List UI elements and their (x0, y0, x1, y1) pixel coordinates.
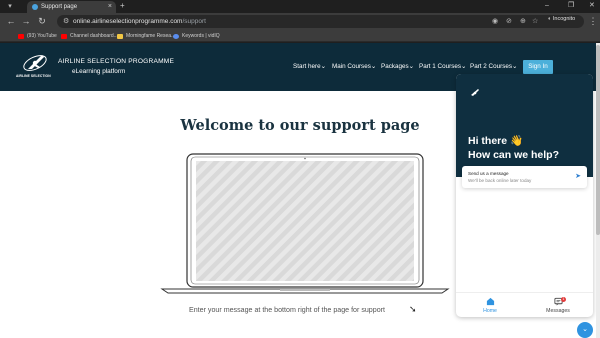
bookmark-star-icon[interactable]: ☆ (532, 17, 538, 26)
browser-tab-bar: ▾ Support page × + – ❐ ✕ (0, 0, 600, 13)
menu-main-courses[interactable]: Main Courses⌄ (332, 63, 376, 70)
bookmark-youtube[interactable]: (93) YouTube (18, 31, 57, 41)
menu-start-here[interactable]: Start here⌄ (293, 63, 326, 70)
chevron-down-icon: ⌄ (512, 63, 518, 70)
send-icon: ➤ (575, 173, 581, 180)
send-message-title: Send us a message (468, 171, 509, 176)
support-instruction: Enter your message at the bottom right o… (189, 306, 385, 314)
chat-nav: Home 1 Messages (456, 292, 593, 317)
menu-part-1-courses[interactable]: Part 1 Courses⌄ (419, 63, 466, 70)
youtube-icon (18, 33, 24, 39)
send-message-status: We'll be back online later today (468, 178, 532, 183)
send-message-card[interactable]: Send us a message We'll be back online l… (462, 166, 587, 188)
web-page: AIRLINE SELECTION AIRLINE SELECTION PROG… (0, 43, 600, 338)
translate-icon[interactable]: ⊘ (506, 17, 512, 26)
chevron-down-icon: ⌄ (408, 63, 414, 70)
zoom-icon[interactable]: ⊕ (520, 17, 526, 26)
reload-button[interactable]: ↻ (37, 16, 47, 26)
chat-widget: Hi there 👋 How can we help? Send us a me… (456, 74, 593, 317)
brand-title: AIRLINE SELECTION PROGRAMME (58, 58, 175, 65)
vidiq-icon (173, 33, 179, 39)
chat-tab-home[interactable]: Home (470, 297, 510, 314)
chat-logo-icon (471, 89, 479, 96)
eye-off-icon[interactable]: ◉ (492, 17, 498, 26)
incognito-icon: ◐ (548, 16, 552, 22)
chevron-down-icon: ⌄ (370, 63, 377, 70)
url-text: online.airlineselectionprogramme.com/sup… (73, 18, 206, 25)
chevron-down-icon: ⌄ (582, 326, 588, 333)
menu-part-2-courses[interactable]: Part 2 Courses⌄ (470, 63, 517, 70)
folder-icon (117, 33, 123, 39)
browser-tab-support[interactable]: Support page × (27, 1, 116, 13)
close-window-button[interactable]: ✕ (589, 1, 595, 11)
bookmarks-bar: (93) YouTube Channel dashboard... Mornin… (0, 30, 600, 42)
bookmark-morningfame[interactable]: Morningfame Resea... (117, 31, 175, 41)
unread-badge: 1 (561, 297, 566, 302)
bookmark-vidiq[interactable]: Keywords | vidIQ (173, 31, 220, 41)
site-info-icon[interactable]: ⚙ (63, 17, 69, 26)
back-button[interactable]: ← (6, 16, 16, 26)
scrollbar-thumb[interactable] (596, 45, 600, 235)
tab-search-button[interactable]: ▾ (4, 2, 16, 11)
sign-in-button[interactable]: Sign In (523, 60, 553, 74)
brand-subtitle: eLearning platform (72, 68, 126, 75)
arrow-down-right-icon: ➘ (409, 304, 417, 314)
tab-close-icon[interactable]: × (108, 2, 112, 12)
restore-button[interactable]: ❐ (568, 1, 574, 11)
bookmark-channel-dashboard[interactable]: Channel dashboard... (61, 31, 118, 41)
new-tab-button[interactable]: + (120, 1, 125, 11)
forward-button[interactable]: → (21, 16, 31, 26)
chat-header: Hi there 👋 How can we help? (456, 74, 593, 177)
chevron-down-icon: ⌄ (461, 63, 467, 70)
minimize-button[interactable]: – (545, 1, 549, 11)
favicon-icon (32, 4, 38, 10)
tab-title: Support page (41, 4, 78, 10)
youtube-icon (61, 33, 67, 39)
home-icon (486, 297, 494, 306)
browser-toolbar: ← → ↻ ⚙ online.airlineselectionprogramme… (0, 13, 600, 30)
browser-menu-icon[interactable]: ⋮ (588, 16, 598, 26)
menu-packages[interactable]: Packages⌄ (381, 63, 414, 70)
chat-launcher-button[interactable]: ⌄ (577, 322, 593, 338)
logo-caption: AIRLINE SELECTION (16, 74, 51, 78)
chat-greeting: Hi there 👋 (468, 135, 524, 147)
address-bar[interactable]: ⚙ online.airlineselectionprogramme.com/s… (57, 15, 584, 28)
incognito-indicator[interactable]: ◐ Incognito (548, 15, 575, 24)
chevron-down-icon: ⌄ (320, 63, 326, 70)
chat-question: How can we help? (468, 149, 560, 161)
laptop-illustration (160, 153, 450, 294)
chat-tab-messages[interactable]: 1 Messages (538, 297, 578, 314)
